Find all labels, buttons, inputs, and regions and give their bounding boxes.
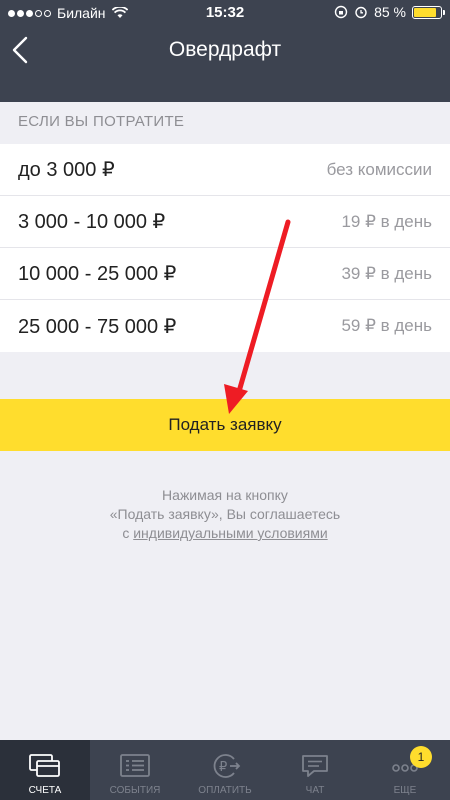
tariff-range: до 3 000 ₽ [18, 159, 115, 181]
page-title: Овердрафт [168, 38, 282, 61]
tab-label: СОБЫТИЯ [109, 785, 161, 796]
tariff-row: 3 000 - 10 000 ₽ 19 ₽ в день [0, 196, 450, 248]
tab-more[interactable]: ЕЩЕ 1 [360, 740, 450, 800]
rotation-lock-icon [334, 5, 348, 19]
tariff-row: до 3 000 ₽ без комиссии [0, 144, 450, 196]
status-right: 85 % [334, 4, 445, 20]
battery-percent: 85 % [374, 4, 406, 20]
terms-note-line: Нажимая на кнопку [162, 487, 288, 503]
tariff-fee: 59 ₽ в день [341, 316, 432, 335]
individual-terms-link[interactable]: индивидуальными условиями [133, 525, 327, 541]
tariff-fee: 39 ₽ в день [341, 263, 432, 283]
pay-icon: ₽ [213, 754, 241, 778]
tab-label: СЧЕТА [28, 785, 62, 796]
battery-icon [412, 5, 445, 19]
accounts-icon [29, 754, 60, 777]
tab-pay[interactable]: ₽ ОПЛАТИТЬ [180, 740, 270, 800]
tariff-row: 25 000 - 75 000 ₽ 59 ₽ в день [0, 300, 450, 352]
terms-note: Нажимая на кнопку «Подать заявку», Вы со… [40, 486, 410, 543]
status-bar: Билайн 15:32 85 % [0, 0, 450, 26]
alarm-icon [355, 6, 367, 19]
svg-text:₽: ₽ [219, 760, 227, 775]
chat-icon [302, 755, 328, 777]
tariff-range: 10 000 - 25 000 ₽ [18, 263, 177, 285]
tab-events[interactable]: СОБЫТИЯ [90, 740, 180, 800]
tariff-range: 3 000 - 10 000 ₽ [18, 211, 166, 233]
terms-note-line: с индивидуальными условиями [40, 524, 410, 543]
tariff-range: 25 000 - 75 000 ₽ [18, 315, 177, 338]
events-icon [120, 754, 150, 777]
tab-accounts[interactable]: СЧЕТА [0, 740, 90, 800]
tariff-list: до 3 000 ₽ без комиссии 3 000 - 10 000 ₽… [0, 144, 450, 352]
tab-label: ЕЩЕ [393, 785, 417, 796]
tab-chat[interactable]: ЧАТ [270, 740, 360, 800]
tariff-row: 10 000 - 25 000 ₽ 39 ₽ в день [0, 248, 450, 300]
section-header: ЕСЛИ ВЫ ПОТРАТИТЕ [18, 113, 185, 130]
tariff-fee: без комиссии [326, 159, 432, 179]
tariff-fee: 19 ₽ в день [341, 211, 432, 231]
terms-note-prefix: с [122, 525, 134, 541]
header: Билайн 15:32 85 % Овердрафт [0, 0, 450, 102]
tab-label: ОПЛАТИТЬ [198, 785, 252, 796]
apply-button[interactable]: Подать заявку [0, 399, 450, 451]
tab-bar: СЧЕТА СОБЫТИЯ ₽ ОПЛАТИТЬ ЧАТ ЕЩЕ 1 [0, 740, 450, 800]
tab-label: ЧАТ [305, 785, 325, 796]
terms-note-line: «Подать заявку», Вы соглашаетесь [109, 506, 341, 522]
notification-badge: 1 [410, 746, 432, 768]
